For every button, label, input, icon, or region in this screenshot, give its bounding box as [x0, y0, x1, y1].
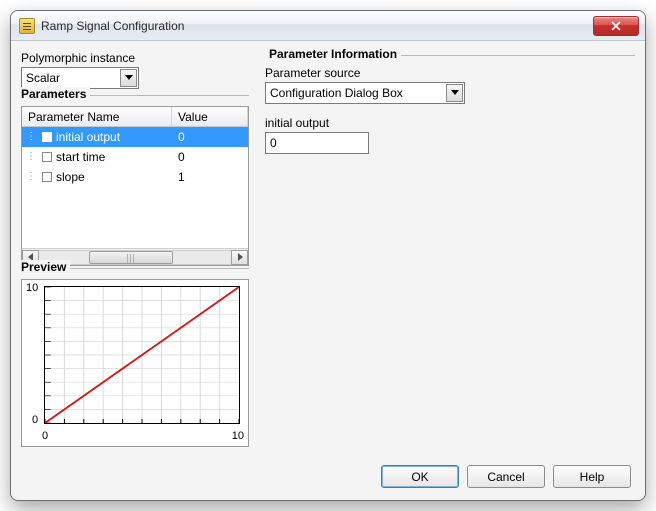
help-button[interactable]: Help: [553, 465, 631, 488]
param-name: initial output: [56, 130, 120, 144]
preview-chart: 10 0 0 10: [21, 279, 249, 447]
param-value: 0: [172, 130, 248, 144]
x-tick-max: 10: [232, 430, 244, 442]
table-row[interactable]: ⋮ slope 1: [22, 167, 248, 187]
parameters-header: Parameter Name Value: [22, 107, 248, 127]
param-name: slope: [56, 170, 85, 184]
param-icon: [42, 132, 52, 142]
tree-glyph-icon: ⋮: [26, 172, 36, 182]
initial-output-input[interactable]: [265, 132, 369, 154]
dialog-buttons: OK Cancel Help: [21, 459, 635, 496]
polymorphic-instance-dropdown[interactable]: Scalar: [21, 67, 139, 89]
param-value: 1: [172, 170, 248, 184]
parameter-source-label: Parameter source: [265, 66, 635, 80]
scroll-thumb[interactable]: [89, 251, 173, 264]
app-icon: [19, 18, 35, 34]
parameters-heading: Parameters: [21, 95, 249, 110]
y-tick-min: 0: [32, 414, 38, 426]
parameters-table: Parameter Name Value ⋮ initial output 0 ⋮…: [21, 106, 249, 266]
polymorphic-instance-label: Polymorphic instance: [21, 51, 249, 65]
param-name: start time: [56, 150, 105, 164]
dialog-window: Ramp Signal Configuration Polymorphic in…: [10, 10, 646, 501]
field-label: initial output: [265, 116, 635, 130]
param-icon: [42, 172, 52, 182]
tree-glyph-icon: ⋮: [26, 152, 36, 162]
close-icon: [611, 21, 621, 31]
tree-glyph-icon: ⋮: [26, 132, 36, 142]
y-tick-max: 10: [26, 282, 38, 294]
plot-area: [44, 286, 240, 424]
parameter-source-dropdown[interactable]: Configuration Dialog Box: [265, 82, 465, 104]
parameters-rows: ⋮ initial output 0 ⋮ start time 0 ⋮ slope 1: [22, 127, 248, 248]
cancel-button[interactable]: Cancel: [467, 465, 545, 488]
parameter-source-value: Configuration Dialog Box: [270, 86, 446, 100]
param-value: 0: [172, 150, 248, 164]
scroll-right-button[interactable]: [231, 250, 248, 265]
table-row[interactable]: ⋮ initial output 0: [22, 127, 248, 147]
polymorphic-instance-value: Scalar: [26, 71, 120, 85]
x-tick-min: 0: [42, 430, 48, 442]
close-button[interactable]: [593, 16, 639, 36]
table-row[interactable]: ⋮ start time 0: [22, 147, 248, 167]
chevron-down-icon: [120, 69, 137, 87]
titlebar[interactable]: Ramp Signal Configuration: [11, 11, 645, 41]
param-icon: [42, 152, 52, 162]
chevron-down-icon: [446, 84, 463, 102]
ok-button[interactable]: OK: [381, 465, 459, 488]
window-title: Ramp Signal Configuration: [41, 19, 184, 33]
